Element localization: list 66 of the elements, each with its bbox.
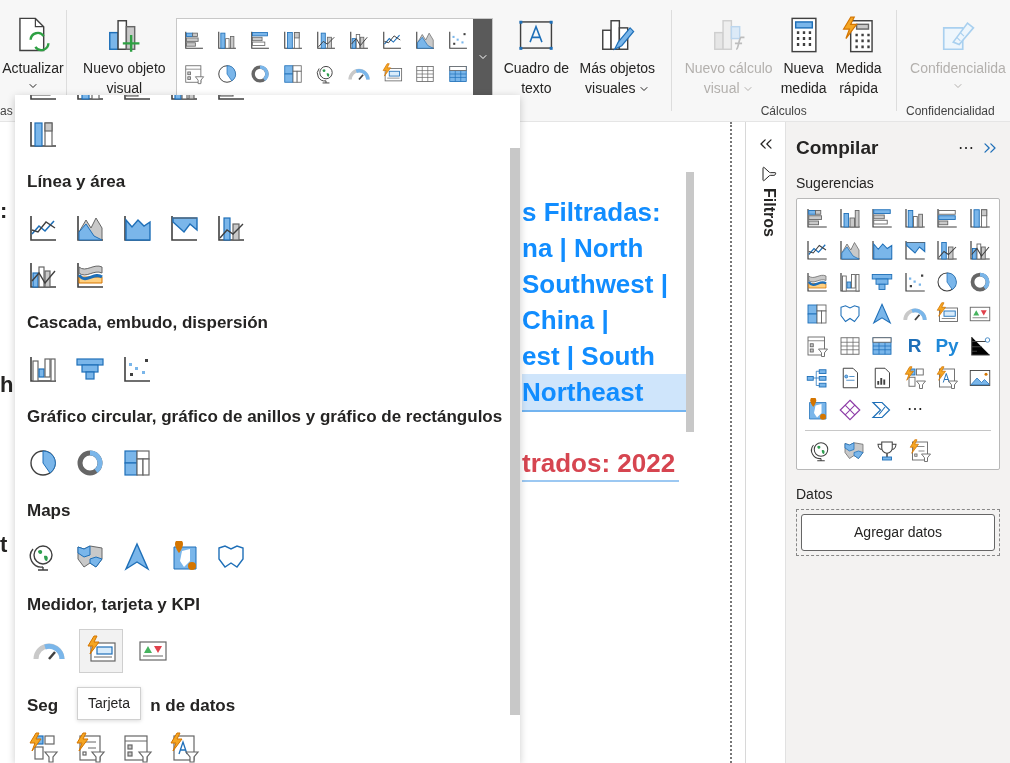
slicer-icon[interactable] bbox=[121, 732, 153, 763]
treemap-icon[interactable] bbox=[282, 63, 305, 85]
section-label: Sugerencias bbox=[796, 173, 875, 193]
line-chart-icon[interactable] bbox=[381, 29, 404, 51]
pie-chart-icon[interactable] bbox=[27, 447, 59, 479]
add-data-button[interactable]: Agregar datos bbox=[801, 513, 995, 551]
filter-title-line: na | North bbox=[522, 232, 645, 265]
tooltip: Tarjeta bbox=[77, 687, 142, 720]
button-slicer-icon[interactable] bbox=[27, 732, 59, 763]
button-slicer-icon[interactable] bbox=[902, 365, 927, 390]
section-heading: Maps bbox=[27, 500, 72, 522]
pane-title: Compilar bbox=[796, 136, 879, 160]
text-slicer-icon[interactable] bbox=[168, 732, 200, 763]
ribbon-button[interactable]: Cuadro de texto bbox=[499, 12, 574, 98]
section-heading: Medidor, tarjeta y KPI bbox=[27, 594, 201, 616]
list-slicer-icon[interactable] bbox=[908, 438, 932, 463]
more-options-button[interactable]: ⋯ bbox=[958, 136, 974, 161]
text-slicer-icon[interactable] bbox=[935, 365, 959, 390]
group-label: Cálculos bbox=[760, 103, 807, 119]
group-label: as bbox=[0, 103, 14, 119]
python-visual-icon[interactable]: Py bbox=[935, 333, 959, 358]
filter-icon[interactable] bbox=[760, 166, 777, 182]
r-visual-icon[interactable]: R bbox=[902, 333, 927, 358]
section-heading: Seg bbox=[27, 695, 59, 717]
treemap-icon[interactable] bbox=[805, 301, 829, 326]
gallery-expand-button[interactable] bbox=[473, 19, 493, 95]
section-heading: Cascada, embudo, dispersión bbox=[27, 312, 269, 334]
ribbon-button[interactable]: Más objetos visuales bbox=[573, 12, 662, 98]
filter-title-line: China | bbox=[522, 304, 610, 337]
year-filter-text: trados: 2022 bbox=[522, 446, 679, 482]
section-heading: Línea y área bbox=[27, 171, 127, 193]
trophy-icon[interactable] bbox=[875, 438, 899, 463]
group-label: Confidencialidad bbox=[906, 103, 995, 119]
matrix-icon[interactable] bbox=[447, 63, 470, 85]
donut-chart-icon[interactable] bbox=[249, 63, 272, 85]
visual-option[interactable] bbox=[79, 629, 123, 673]
pie-chart-icon[interactable] bbox=[216, 63, 239, 85]
slicer-icon[interactable] bbox=[183, 63, 206, 85]
canvas-text: h bbox=[0, 372, 15, 398]
ribbon-button[interactable]: Medida rápida bbox=[829, 12, 888, 98]
section-label: Datos bbox=[796, 484, 834, 504]
filter-title-line: Southwest | bbox=[522, 268, 669, 301]
filters-label[interactable]: Filtros bbox=[756, 188, 781, 237]
filter-title-line: est | South bbox=[522, 340, 656, 373]
filter-title-line: s Filtradas: bbox=[522, 196, 662, 229]
section-heading: n de datos bbox=[150, 695, 236, 717]
scrollbar[interactable] bbox=[510, 148, 520, 715]
navigation-arrow-icon[interactable] bbox=[870, 301, 894, 326]
scrollbar[interactable] bbox=[686, 172, 694, 432]
table-icon[interactable] bbox=[414, 63, 437, 85]
scatter-chart-icon[interactable] bbox=[447, 29, 470, 51]
ribbon-button[interactable]: Actualizar bbox=[0, 12, 66, 92]
treemap-icon[interactable] bbox=[121, 447, 153, 479]
list-slicer-icon[interactable] bbox=[74, 732, 106, 763]
canvas-text: t bbox=[0, 532, 9, 558]
card-icon[interactable] bbox=[381, 63, 404, 85]
canvas-text: : bbox=[0, 198, 9, 224]
diamond-icon[interactable] bbox=[837, 397, 862, 422]
area-chart-icon[interactable] bbox=[414, 29, 437, 51]
line-and-column-chart-icon[interactable] bbox=[315, 29, 338, 51]
more-visuals-button[interactable]: ⋯ bbox=[902, 397, 927, 422]
ribbon-button[interactable]: Nueva medida bbox=[777, 12, 830, 98]
line-and-column-chart-icon[interactable] bbox=[348, 29, 371, 51]
pie-chart-icon[interactable] bbox=[935, 269, 959, 294]
slicer-icon[interactable] bbox=[805, 333, 829, 358]
section-heading: Gráfico circular, gráfico de anillos y gráfico de rectángulos bbox=[27, 406, 504, 428]
